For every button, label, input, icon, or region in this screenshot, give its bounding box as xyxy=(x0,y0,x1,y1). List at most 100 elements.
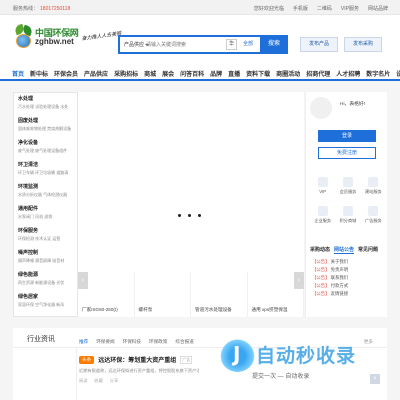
list-item[interactable]: 【公告】免责声明 xyxy=(312,267,386,275)
category-item[interactable]: 噪声控制隔声降噪 隔音屏障 吸音材 xyxy=(14,247,77,269)
nav-item[interactable]: 招商代理 xyxy=(306,69,330,78)
search-type-select[interactable]: 产品供应 xyxy=(120,41,150,48)
top-link-vip[interactable]: VIP服务 xyxy=(341,5,359,12)
favorite-action[interactable]: 收藏 xyxy=(94,378,102,384)
login-button[interactable]: 登录 xyxy=(318,130,376,142)
nav-item[interactable]: 环保会员 xyxy=(54,69,78,78)
tab-purchase[interactable]: 采购动态 xyxy=(310,246,330,254)
category-title[interactable]: 通用配件 xyxy=(18,205,74,212)
category-title[interactable]: 净化设备 xyxy=(18,139,74,146)
top-link-mobile[interactable]: 手机版 xyxy=(293,5,308,12)
nav-item[interactable]: 新中标 xyxy=(30,69,48,78)
list-item[interactable]: 【公告】友情链接 xyxy=(312,291,386,299)
category-title[interactable]: 绿色居家 xyxy=(18,293,74,300)
news-tab[interactable]: 环保科技 xyxy=(123,339,141,345)
banner-carousel[interactable] xyxy=(78,92,304,272)
product-thumb[interactable]: 管道污水处理设备 xyxy=(191,272,248,317)
tab-notice[interactable]: 网站公告 xyxy=(334,246,355,254)
product-thumb[interactable]: 螺杆泵 xyxy=(135,272,191,317)
next-arrow-icon[interactable]: › xyxy=(294,272,304,289)
category-item[interactable]: 环卫清洁环卫车辆 环卫垃圾桶 道路清 xyxy=(14,159,77,181)
notice-text[interactable]: 付款方式 xyxy=(331,283,349,288)
category-item[interactable]: 环境监测水质分析仪器 气体检测仪器 xyxy=(14,181,77,203)
top-link-brand[interactable]: 网站品牌 xyxy=(368,5,388,12)
site-logo[interactable]: 中国环保网 zghbw.net xyxy=(13,21,79,57)
service-ads[interactable]: 广告服务 xyxy=(361,206,386,224)
post-purchase-button[interactable]: 发布采购 xyxy=(344,37,382,52)
notice-text[interactable]: 联系我们 xyxy=(331,275,349,280)
search-input[interactable] xyxy=(146,37,226,52)
list-item[interactable]: 【公告】联系我们 xyxy=(312,275,386,283)
tab-faq[interactable]: 常见问题 xyxy=(358,246,378,254)
nav-item[interactable]: 设计图库 xyxy=(396,69,400,78)
search-option-button[interactable]: 华 xyxy=(225,39,237,50)
carousel-dot[interactable] xyxy=(198,214,201,217)
search-button[interactable]: 搜索 xyxy=(260,36,288,53)
service-points[interactable]: 积分商城 xyxy=(335,206,360,224)
nav-item[interactable]: 问答百科 xyxy=(180,69,204,78)
category-subs[interactable]: 废气处理 废气处理设备组件 xyxy=(18,148,74,154)
category-subs[interactable]: 隔声降噪 隔音屏障 吸音材 xyxy=(18,258,74,264)
nav-item[interactable]: 直播 xyxy=(228,69,240,78)
category-item[interactable]: 固废处理固体废弃物处理 焚烧热解设备 xyxy=(14,115,77,137)
read-action[interactable]: 阅读 xyxy=(79,378,87,384)
nav-item[interactable]: 商圈活动 xyxy=(276,69,300,78)
nav-item[interactable]: 展会 xyxy=(162,69,174,78)
category-subs[interactable]: 水泵阀门 风机 滤袋 xyxy=(18,214,74,220)
list-item[interactable]: 【公告】付款方式 xyxy=(312,283,386,291)
news-tab[interactable]: 综合报道 xyxy=(175,339,193,345)
hotline-number[interactable]: 18017250118 xyxy=(40,6,70,12)
category-title[interactable]: 绿色能源 xyxy=(18,271,74,278)
category-item[interactable]: 水处理污水处理 试验处理设备 水处 xyxy=(14,93,77,115)
notice-text[interactable]: 关于我们 xyxy=(331,259,349,264)
category-subs[interactable]: 家居环保 空气净化器 新风 xyxy=(18,302,74,308)
category-title[interactable]: 环卫清洁 xyxy=(18,161,74,168)
news-headline[interactable]: 头条 远达环保：筹划重大资产重组 广告 xyxy=(79,355,193,364)
category-subs[interactable]: 再生资源 新能源设备 光伏 xyxy=(18,280,74,286)
nav-item[interactable]: 采购招标 xyxy=(114,69,138,78)
category-subs[interactable]: 污水处理 试验处理设备 水处 xyxy=(18,104,74,110)
service-enterprise[interactable]: 企业服务 xyxy=(310,206,335,224)
category-title[interactable]: 固废处理 xyxy=(18,117,74,124)
nav-item[interactable]: 商城 xyxy=(144,69,156,78)
nav-item[interactable]: 品牌 xyxy=(210,69,222,78)
news-tab[interactable]: 环保政策 xyxy=(149,339,167,345)
category-subs[interactable]: 环卫车辆 环卫垃圾桶 道路清 xyxy=(18,170,74,176)
share-action[interactable]: 分享 xyxy=(110,378,118,384)
notice-text[interactable]: 友情链接 xyxy=(331,291,349,296)
news-tab[interactable]: 推荐 xyxy=(79,339,88,345)
nav-item[interactable]: 资料下载 xyxy=(246,69,270,78)
category-item[interactable]: 净化设备废气处理 废气处理设备组件 xyxy=(14,137,77,159)
news-tab[interactable]: 环保要闻 xyxy=(96,339,114,345)
search-scope-button[interactable]: 全部 xyxy=(239,39,256,50)
category-item[interactable]: 绿色居家家居环保 空气净化器 新风 xyxy=(14,291,77,313)
category-subs[interactable]: 环保检测 技术认证 运营 xyxy=(18,236,74,242)
nav-item[interactable]: 数字名片 xyxy=(366,69,390,78)
category-title[interactable]: 环境监测 xyxy=(18,183,74,190)
list-item[interactable]: 【公告】关于我们 xyxy=(312,259,386,267)
carousel-dot[interactable] xyxy=(188,214,191,217)
prev-arrow-icon[interactable]: ‹ xyxy=(78,272,88,289)
nav-item[interactable]: 首页 xyxy=(12,69,24,78)
category-subs[interactable]: 固体废弃物处理 焚烧热解设备 xyxy=(18,126,74,132)
close-icon[interactable]: × xyxy=(370,374,380,384)
headline-title[interactable]: 远达环保：筹划重大资产重组 xyxy=(98,355,176,364)
notice-text[interactable]: 免责声明 xyxy=(331,267,349,272)
top-link-qrcode[interactable]: 二维码 xyxy=(317,5,332,12)
category-title[interactable]: 水处理 xyxy=(18,95,74,102)
category-item[interactable]: 通用配件水泵阀门 风机 滤袋 xyxy=(14,203,77,225)
service-site[interactable]: 建站服务 xyxy=(361,177,386,195)
post-product-button[interactable]: 发布产品 xyxy=(300,37,338,52)
category-title[interactable]: 噪声控制 xyxy=(18,249,74,256)
category-title[interactable]: 环保服务 xyxy=(18,227,74,234)
service-member[interactable]: 会员服务 xyxy=(335,177,360,195)
nav-item[interactable]: 人才招聘 xyxy=(336,69,360,78)
register-button[interactable]: 免费注册 xyxy=(318,147,376,159)
nav-item[interactable]: 产品供应 xyxy=(84,69,108,78)
category-subs[interactable]: 水质分析仪器 气体检测仪器 xyxy=(18,192,74,198)
category-item[interactable]: 环保服务环保检测 技术认证 运营 xyxy=(14,225,77,247)
service-vip[interactable]: VIP xyxy=(310,177,335,195)
top-link-welcome[interactable]: 您好欢迎光临 xyxy=(254,5,284,12)
category-item[interactable]: 绿色能源再生资源 新能源设备 光伏 xyxy=(14,269,77,291)
carousel-dot[interactable] xyxy=(178,214,181,217)
